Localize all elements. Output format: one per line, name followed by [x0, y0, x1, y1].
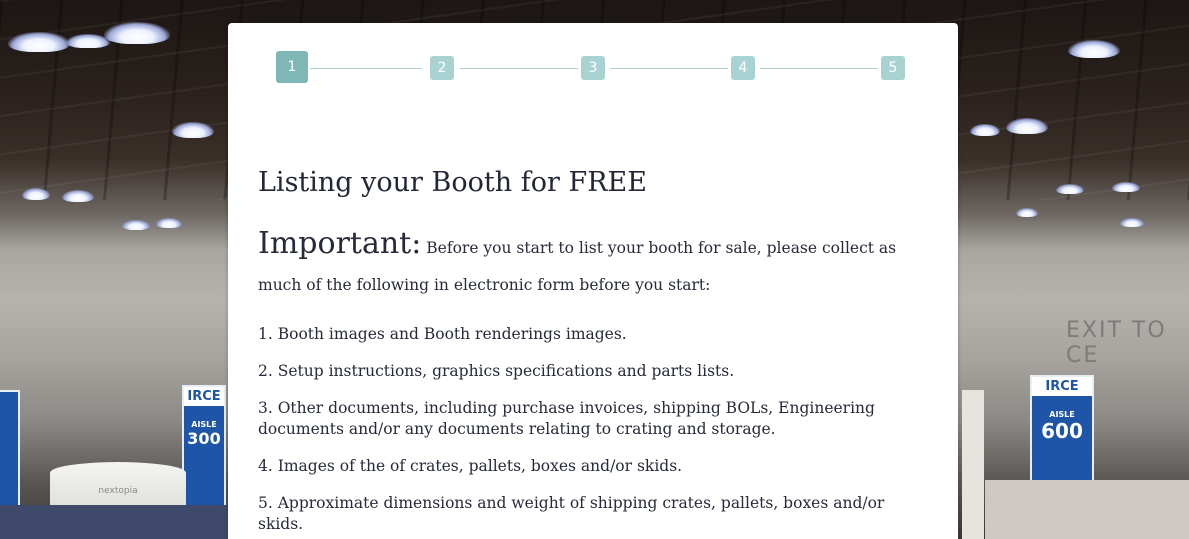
- list-item: 1. Booth images and Booth renderings ima…: [258, 325, 627, 343]
- ceiling-lamp: [1056, 184, 1084, 194]
- ceiling-lamp: [1006, 118, 1048, 134]
- banner-aisle-label: AISLE: [191, 420, 217, 429]
- step-2[interactable]: 2: [430, 56, 454, 80]
- ceiling-lamp: [172, 122, 214, 138]
- list-item: 4. Images of the of crates, pallets, box…: [258, 457, 683, 475]
- ceiling-lamp: [104, 22, 170, 44]
- important-notice: Important: Before you start to list your…: [258, 225, 928, 304]
- banner-logo: IRCE: [184, 387, 224, 406]
- ceiling-lamp: [1016, 208, 1038, 217]
- ceiling-lamp: [1112, 182, 1140, 192]
- step-3[interactable]: 3: [581, 56, 605, 80]
- banner-aisle-label: AISLE: [1049, 410, 1075, 419]
- booth-structure: [962, 390, 984, 539]
- banner-logo: IRCE: [1032, 377, 1092, 396]
- ceiling-lamp: [1068, 40, 1120, 58]
- ceiling-lamp: [122, 220, 150, 230]
- ceiling-lamp: [22, 188, 50, 200]
- instructions-section: Listing your Booth for FREE Important: B…: [258, 163, 928, 539]
- step-connector: [610, 68, 728, 69]
- list-item: 3. Other documents, including purchase i…: [258, 399, 875, 438]
- step-connector: [460, 68, 578, 69]
- checklist: 1. Booth images and Booth renderings ima…: [258, 324, 928, 535]
- drum-text: nextopia: [98, 486, 138, 496]
- aisle-banner: IRCE AISLE 300: [182, 385, 226, 509]
- wall-sign: EXIT TO CE: [1066, 318, 1167, 368]
- booth-structure: [0, 505, 228, 539]
- ceiling-lamp: [1120, 218, 1144, 227]
- important-label: Important:: [258, 226, 422, 261]
- booth-structure: [985, 480, 1189, 539]
- ceiling-lamp: [970, 124, 1000, 136]
- ceiling-lamp: [62, 190, 94, 202]
- step-1[interactable]: 1: [276, 51, 308, 83]
- list-item: 5. Approximate dimensions and weight of …: [258, 494, 885, 533]
- progress-stepper: 1 2 3 4 5: [276, 51, 908, 85]
- aisle-banner-partial: [0, 390, 20, 524]
- ceiling-lamp: [8, 32, 70, 52]
- step-5[interactable]: 5: [881, 56, 905, 80]
- booth-listing-card: 1 2 3 4 5 Listing your Booth for FREE Im…: [228, 23, 958, 539]
- step-connector: [760, 68, 878, 69]
- page-title: Listing your Booth for FREE: [258, 167, 647, 198]
- banner-aisle-number: 600: [1041, 419, 1083, 443]
- ceiling-lamp: [156, 218, 182, 228]
- list-item: 2. Setup instructions, graphics specific…: [258, 362, 735, 380]
- step-4[interactable]: 4: [731, 56, 755, 80]
- banner-aisle-number: 300: [187, 429, 221, 448]
- step-connector: [310, 68, 422, 69]
